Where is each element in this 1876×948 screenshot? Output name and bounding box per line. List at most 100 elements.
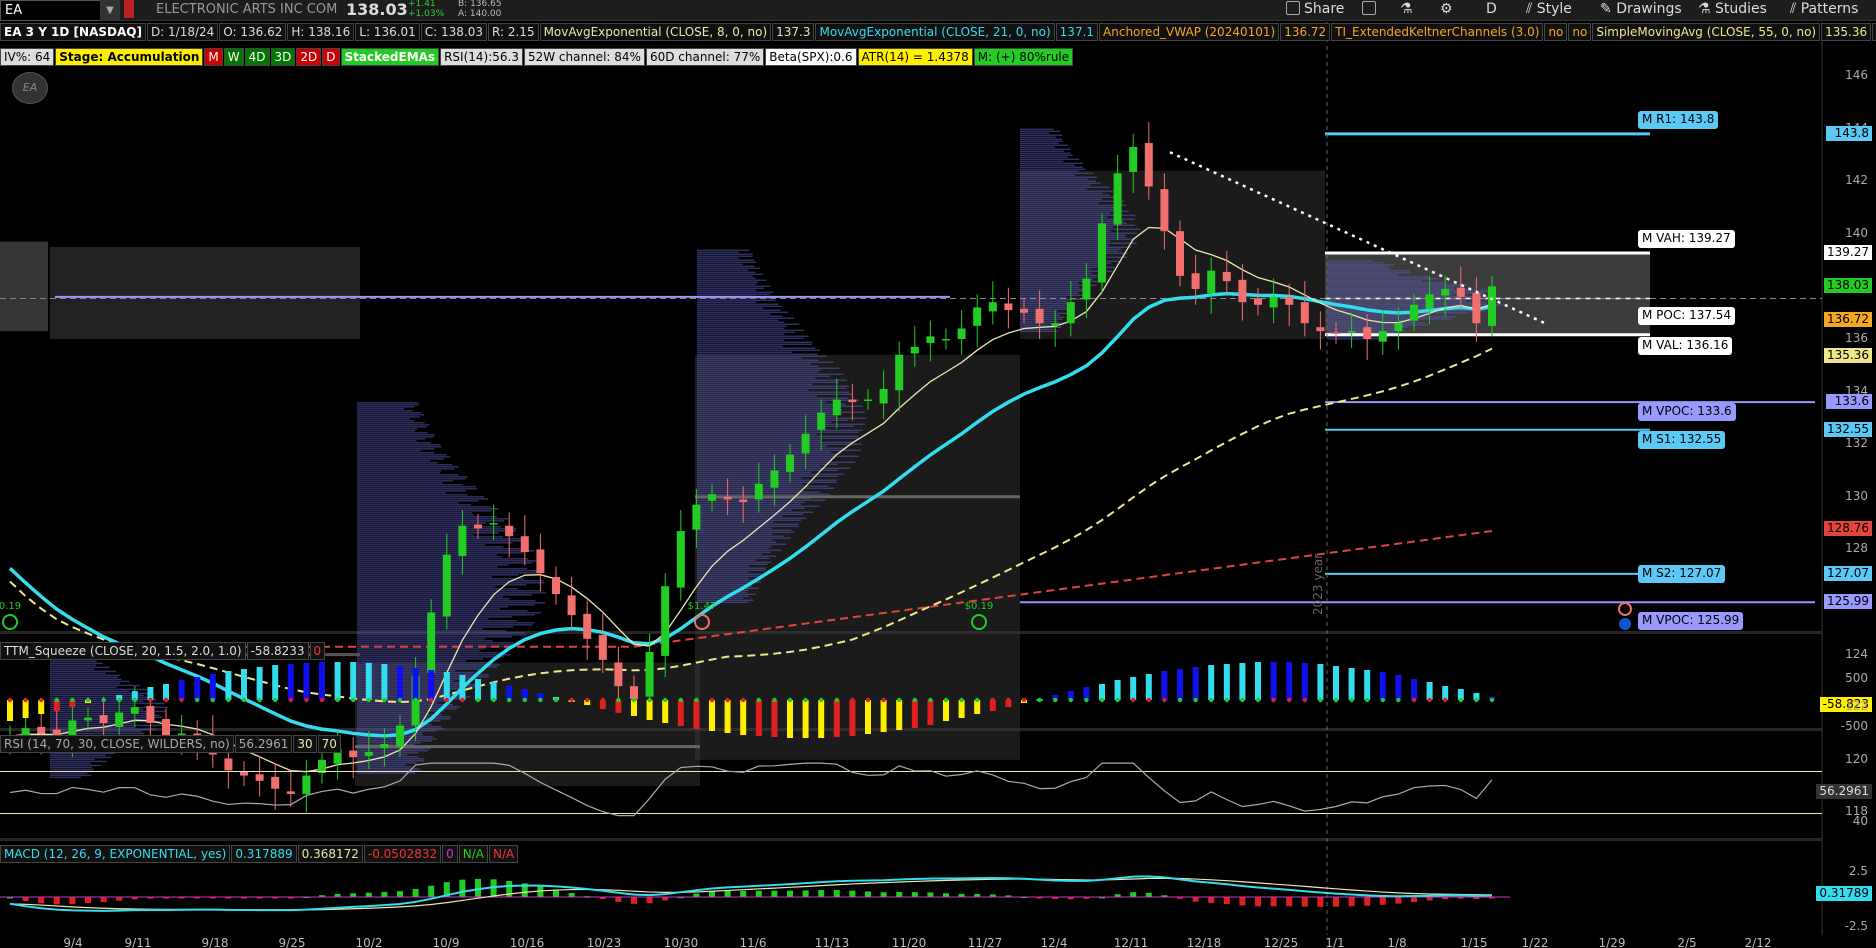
keltner-label[interactable]: TI_ExtendedKeltnerChannels (3.0) [1331, 23, 1544, 41]
ema8-label[interactable]: MovAvgExponential (CLOSE, 8, 0, no) [539, 23, 772, 41]
volume-profile-bar [357, 702, 438, 704]
volume-profile-bar [697, 257, 739, 259]
price-chart[interactable]: 2023 year 0.19 $1.47 $0.19 [0, 0, 1876, 948]
price-tick: 128 [1845, 541, 1868, 556]
volume-profile-bar [357, 548, 527, 550]
volume-profile-bar [357, 534, 474, 536]
ttm-dot [460, 697, 465, 703]
candle-body [99, 715, 108, 723]
macd-histogram-bar [787, 890, 793, 897]
volume-profile-bar [1327, 278, 1439, 280]
candle-body [442, 554, 451, 617]
volume-profile-bar [50, 674, 121, 677]
candle-body [458, 525, 467, 556]
ttm-dot [1271, 697, 1276, 703]
volume-profile-bar [697, 333, 785, 335]
volume-profile-bar [697, 469, 839, 471]
candle-body [1176, 231, 1184, 276]
ttm-label[interactable]: TTM_Squeeze (CLOSE, 20, 1.5, 2.0, 1.0) [0, 642, 246, 660]
ttm-dot [990, 697, 995, 703]
ttm-bar [1223, 664, 1230, 700]
more-studies[interactable]: ... [1872, 23, 1876, 41]
volume-profile-bar [697, 391, 850, 393]
ivp-badge: IV%: 64 [0, 48, 55, 66]
vwap-label[interactable]: Anchored_VWAP (20240101) [1099, 23, 1280, 41]
volume-profile-bar [697, 311, 788, 313]
volume-profile-bar [357, 628, 483, 630]
4d-badge: 4D [244, 48, 270, 66]
level-label: M VAH: 139.27 [1638, 229, 1735, 248]
candle-body [1269, 296, 1278, 308]
volume-profile-bar [1020, 166, 1083, 168]
price-tick: 130 [1845, 488, 1868, 503]
volume-profile-bar [697, 561, 772, 563]
ttm-dot [366, 697, 371, 703]
volume-profile-bar [697, 345, 783, 347]
volume-profile-bar [1020, 138, 1062, 140]
volume-profile-bar [50, 676, 118, 679]
ema21-label[interactable]: MovAvgExponential (CLOSE, 21, 0, no) [815, 23, 1055, 41]
volume-profile-bar [357, 430, 416, 432]
volume-profile-bar [697, 359, 819, 361]
volume-profile-bar [1327, 264, 1394, 266]
price-tick: 142 [1845, 173, 1868, 188]
volume-profile-bar [357, 546, 504, 548]
candle-body [1129, 147, 1138, 172]
ttm-dot [600, 697, 605, 703]
ttm-bar [194, 677, 201, 700]
volume-profile-bar [50, 776, 81, 779]
ttm-dot [1318, 697, 1323, 703]
ttm-dot [850, 697, 855, 703]
volume-profile-bar [357, 414, 425, 416]
volume-profile-bar [1020, 202, 1099, 204]
volume-profile-bar [1020, 180, 1097, 182]
ttm-dot [834, 697, 839, 703]
volume-profile-bar [357, 434, 435, 436]
ttm-dot [1006, 697, 1011, 703]
macd-histogram-bar [849, 890, 856, 897]
volume-profile-bar [697, 443, 862, 445]
volume-profile-bar [1327, 318, 1452, 320]
volume-profile-bar [1020, 278, 1093, 280]
volume-profile-bar [357, 452, 435, 454]
date-tick: 11/27 [967, 936, 1003, 948]
volume-profile-bar [1020, 230, 1111, 232]
ttm-dot [725, 697, 730, 703]
stage-badge: Stage: Accumulation [55, 48, 204, 66]
volume-profile-bar [50, 688, 147, 691]
volume-profile-bar [1020, 150, 1064, 152]
beta-badge: Beta(SPX):0.6 [765, 48, 857, 66]
volume-profile-bar [357, 666, 498, 668]
sma-label[interactable]: SimpleMovingAvg (CLOSE, 55, 0, no) [1592, 23, 1821, 41]
volume-profile-bar [357, 516, 497, 518]
candle-body [271, 776, 280, 789]
macd-histogram-bar [802, 890, 809, 897]
macd-label[interactable]: MACD (12, 26, 9, EXPONENTIAL, yes) [0, 845, 231, 863]
ttm-bar [833, 700, 840, 737]
volume-profile-bar [357, 488, 477, 490]
volume-profile-bar [357, 768, 420, 770]
ttm-dot [912, 697, 917, 703]
volume-profile-bar [1020, 188, 1087, 190]
volume-profile-bar [1327, 328, 1398, 330]
volume-profile-bar [357, 512, 473, 514]
volume-profile-bar [1327, 286, 1455, 288]
volume-profile-bar [697, 305, 782, 307]
volume-profile-bar [697, 299, 776, 301]
rsi-label[interactable]: RSI (14, 70, 30, CLOSE, WILDERS, no) [0, 735, 234, 753]
ttm-dot [1131, 697, 1136, 703]
volume-profile-bar [697, 355, 828, 357]
volume-profile-bar [1020, 134, 1063, 136]
ttm-dot [117, 697, 122, 703]
macd-histogram-bar [100, 897, 107, 903]
candle-body [1285, 296, 1294, 305]
macd-histogram-bar [709, 891, 715, 897]
volume-profile-bar [697, 369, 821, 371]
volume-profile-bar [1020, 220, 1124, 222]
event-label: 0.19 [0, 601, 21, 612]
price-tag: 139.27 [1824, 244, 1872, 260]
volume-profile-bar [1020, 174, 1075, 176]
volume-profile-bar [697, 421, 832, 423]
ttm-dot [1068, 697, 1074, 703]
volume-profile-bar [50, 686, 117, 689]
